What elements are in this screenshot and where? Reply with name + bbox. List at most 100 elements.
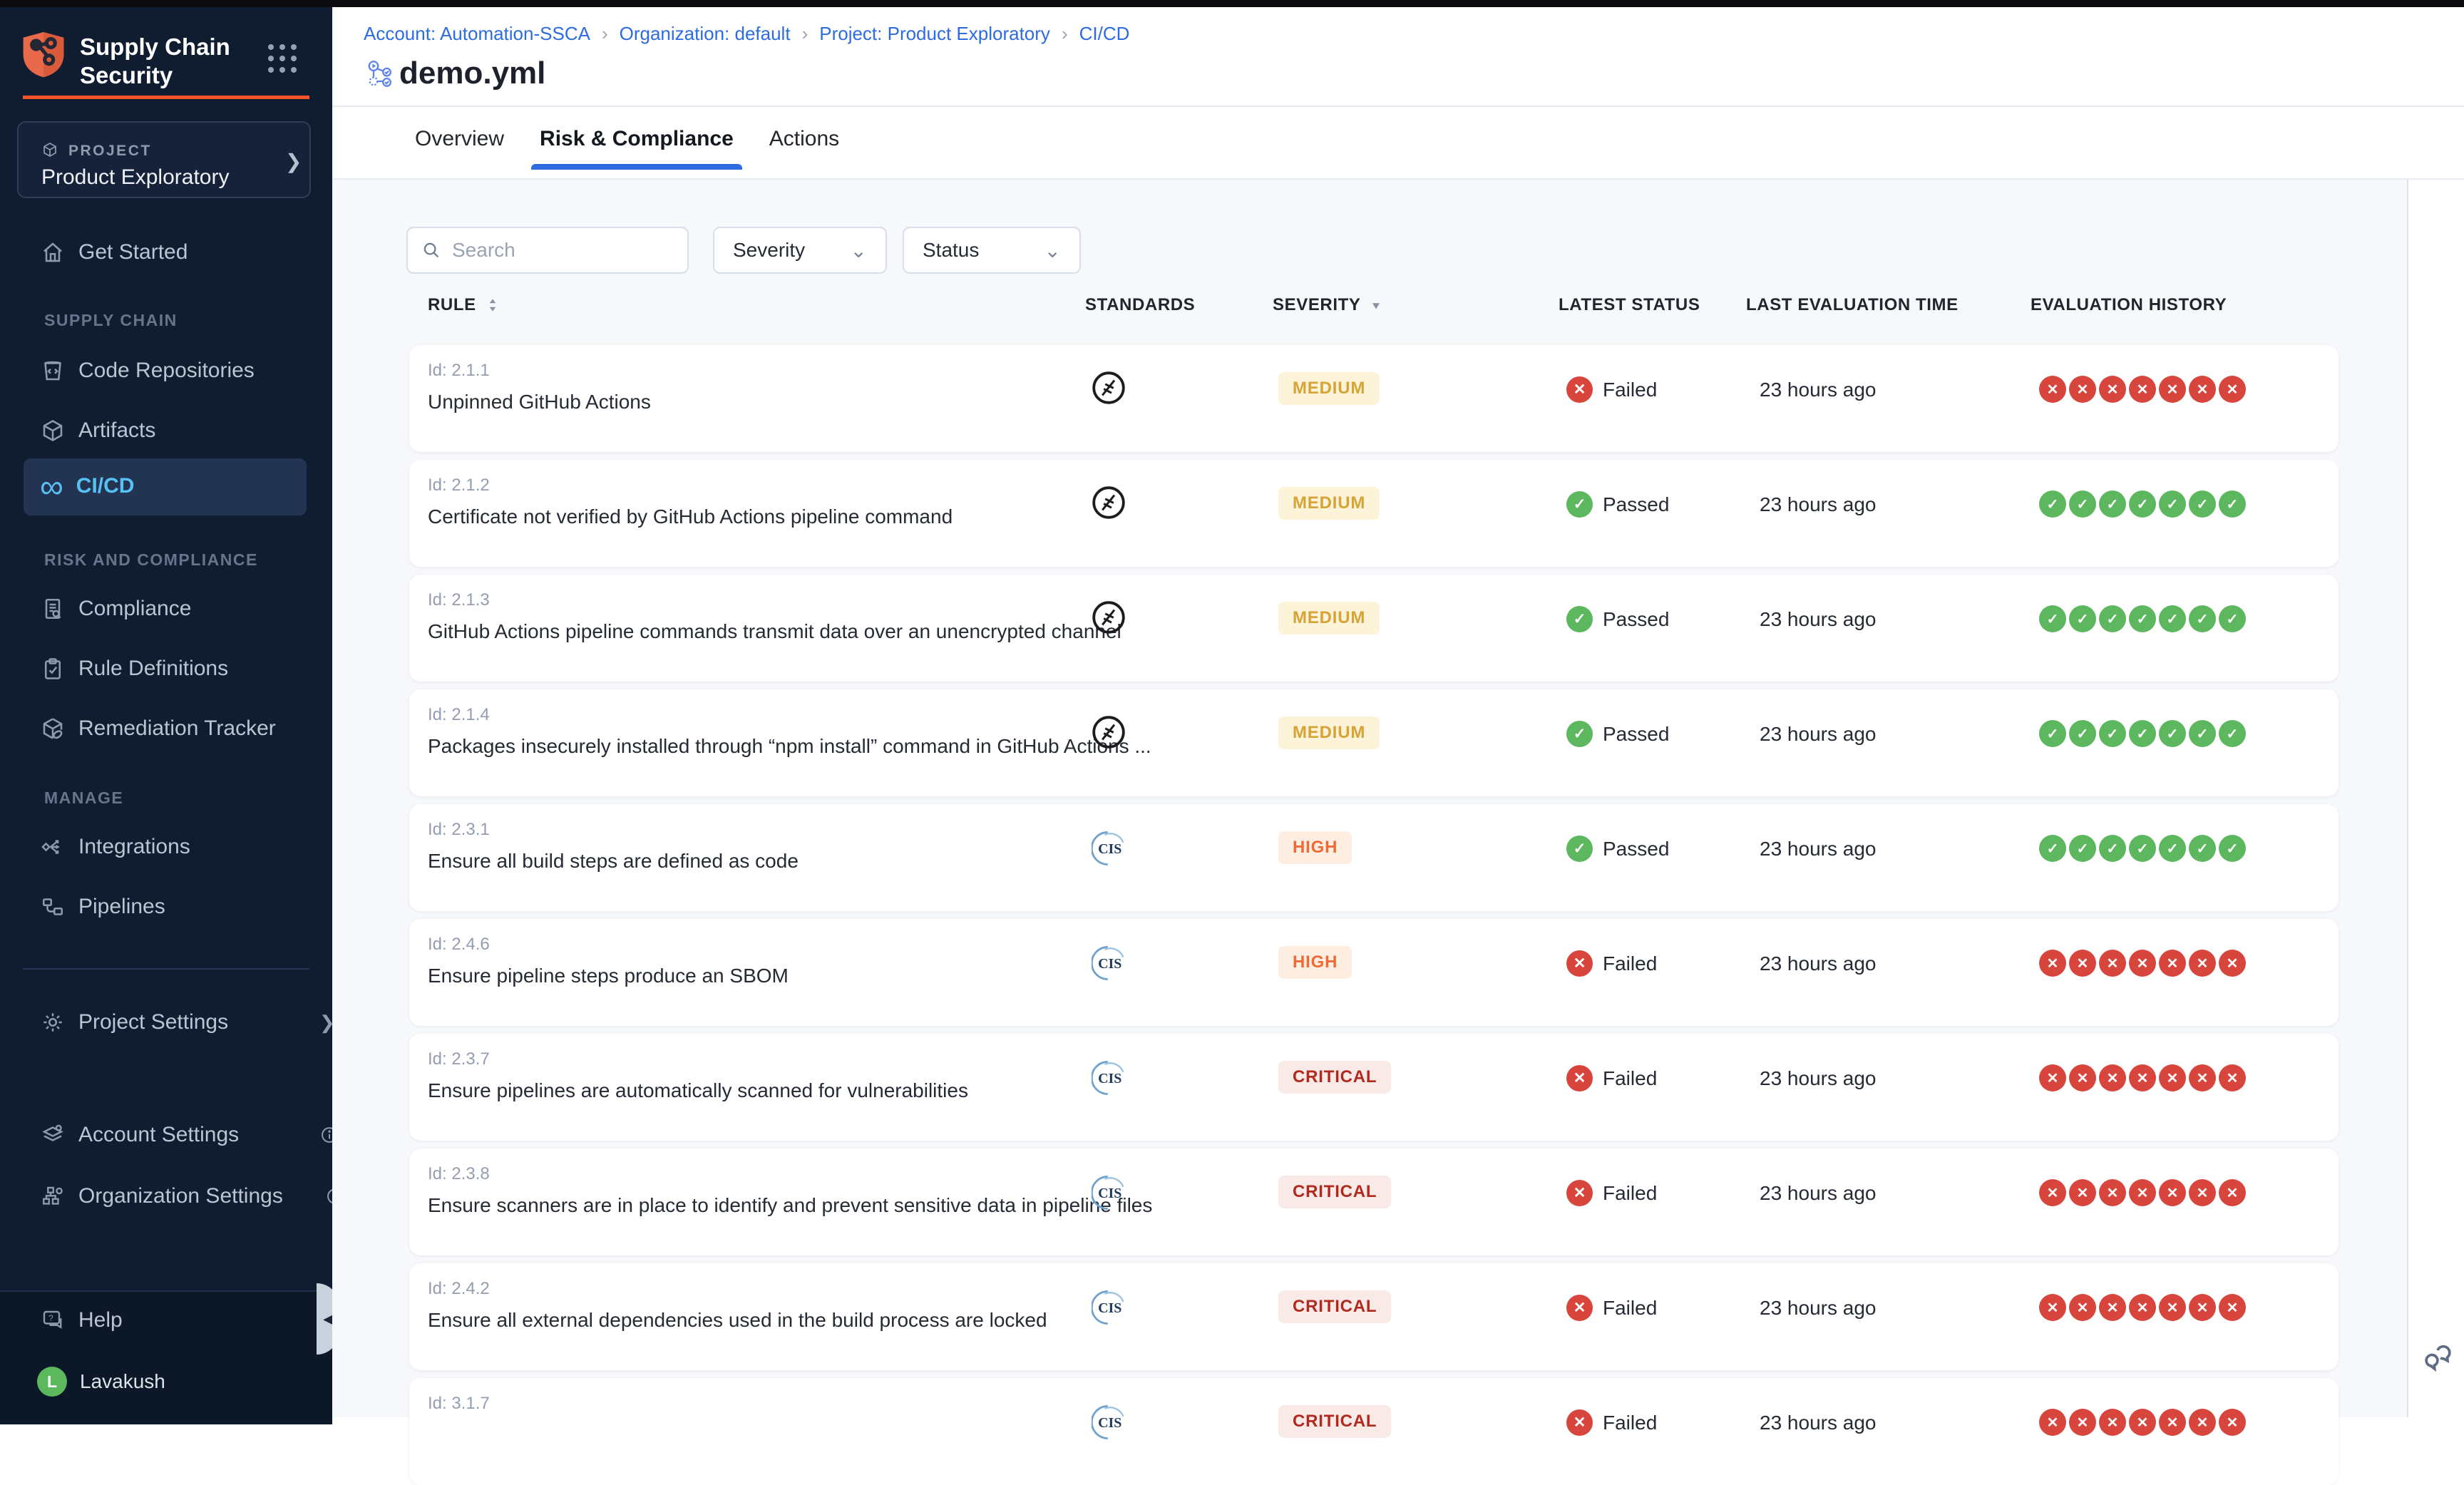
sidebar-item-help[interactable]: ? Help	[40, 1305, 123, 1336]
history-pass-icon[interactable]: ✓	[2069, 605, 2096, 632]
history-fail-icon[interactable]: ✕	[2189, 950, 2216, 977]
history-pass-icon[interactable]: ✓	[2159, 490, 2186, 518]
table-row[interactable]: Id: 2.1.2Certificate not verified by Git…	[409, 460, 2339, 567]
history-pass-icon[interactable]: ✓	[2219, 490, 2246, 518]
history-fail-icon[interactable]: ✕	[2099, 1064, 2126, 1091]
history-fail-icon[interactable]: ✕	[2099, 376, 2126, 403]
history-fail-icon[interactable]: ✕	[2039, 376, 2066, 403]
table-row[interactable]: Id: 2.3.7Ensure pipelines are automatica…	[409, 1034, 2339, 1141]
history-fail-icon[interactable]: ✕	[2099, 1179, 2126, 1206]
project-selector[interactable]: PROJECT Product Exploratory ❯	[17, 121, 311, 198]
history-fail-icon[interactable]: ✕	[2159, 376, 2186, 403]
table-row[interactable]: Id: 2.1.3GitHub Actions pipeline command…	[409, 575, 2339, 682]
history-pass-icon[interactable]: ✓	[2189, 490, 2216, 518]
breadcrumb-project[interactable]: Project: Product Exploratory	[819, 23, 1050, 45]
history-fail-icon[interactable]: ✕	[2189, 1179, 2216, 1206]
sidebar-item-remediation-tracker[interactable]: Remediation Tracker	[40, 713, 276, 744]
tab-overview[interactable]: Overview	[415, 127, 504, 170]
sidebar-item-get-started[interactable]: Get Started	[40, 237, 188, 268]
history-fail-icon[interactable]: ✕	[2129, 1294, 2156, 1321]
history-fail-icon[interactable]: ✕	[2099, 1409, 2126, 1436]
table-row[interactable]: Id: 2.3.1Ensure all build steps are defi…	[409, 804, 2339, 911]
table-row[interactable]: Id: 2.3.8Ensure scanners are in place to…	[409, 1149, 2339, 1255]
history-fail-icon[interactable]: ✕	[2129, 950, 2156, 977]
sidebar-item-pipelines[interactable]: Pipelines	[40, 891, 165, 923]
history-pass-icon[interactable]: ✓	[2039, 490, 2066, 518]
history-fail-icon[interactable]: ✕	[2039, 950, 2066, 977]
history-fail-icon[interactable]: ✕	[2069, 1409, 2096, 1436]
history-fail-icon[interactable]: ✕	[2219, 376, 2246, 403]
history-pass-icon[interactable]: ✓	[2189, 605, 2216, 632]
history-fail-icon[interactable]: ✕	[2039, 1294, 2066, 1321]
breadcrumb-organization[interactable]: Organization: default	[620, 23, 791, 45]
table-row[interactable]: Id: 2.4.2Ensure all external dependencie…	[409, 1263, 2339, 1370]
sidebar-item-artifacts[interactable]: Artifacts	[40, 415, 155, 446]
history-fail-icon[interactable]: ✕	[2039, 1064, 2066, 1091]
history-fail-icon[interactable]: ✕	[2129, 1179, 2156, 1206]
history-fail-icon[interactable]: ✕	[2129, 1064, 2156, 1091]
history-pass-icon[interactable]: ✓	[2039, 605, 2066, 632]
history-fail-icon[interactable]: ✕	[2039, 1179, 2066, 1206]
history-pass-icon[interactable]: ✓	[2159, 605, 2186, 632]
tab-actions[interactable]: Actions	[769, 127, 839, 170]
history-fail-icon[interactable]: ✕	[2189, 376, 2216, 403]
sidebar-item-rule-definitions[interactable]: Rule Definitions	[40, 653, 228, 684]
table-row[interactable]: Id: 3.1.7 CISCRITICAL✕Failed23 hours ago…	[409, 1378, 2339, 1485]
history-fail-icon[interactable]: ✕	[2159, 1294, 2186, 1321]
history-pass-icon[interactable]: ✓	[2099, 490, 2126, 518]
history-pass-icon[interactable]: ✓	[2129, 490, 2156, 518]
tab-risk-and-compliance[interactable]: Risk & Compliance	[540, 127, 734, 170]
history-fail-icon[interactable]: ✕	[2129, 376, 2156, 403]
history-pass-icon[interactable]: ✓	[2039, 720, 2066, 747]
history-fail-icon[interactable]: ✕	[2069, 1179, 2096, 1206]
history-fail-icon[interactable]: ✕	[2159, 1064, 2186, 1091]
history-pass-icon[interactable]: ✓	[2099, 835, 2126, 862]
history-fail-icon[interactable]: ✕	[2219, 1409, 2246, 1436]
table-row[interactable]: Id: 2.1.1Unpinned GitHub Actions MEDIUM✕…	[409, 345, 2339, 452]
history-fail-icon[interactable]: ✕	[2189, 1064, 2216, 1091]
history-pass-icon[interactable]: ✓	[2159, 720, 2186, 747]
severity-filter-dropdown[interactable]: Severity ⌄	[713, 227, 887, 274]
history-pass-icon[interactable]: ✓	[2069, 490, 2096, 518]
history-pass-icon[interactable]: ✓	[2129, 835, 2156, 862]
sort-icon[interactable]	[483, 296, 502, 314]
history-pass-icon[interactable]: ✓	[2219, 720, 2246, 747]
history-fail-icon[interactable]: ✕	[2129, 1409, 2156, 1436]
history-fail-icon[interactable]: ✕	[2159, 1409, 2186, 1436]
history-fail-icon[interactable]: ✕	[2069, 376, 2096, 403]
table-row[interactable]: Id: 2.1.4Packages insecurely installed t…	[409, 689, 2339, 796]
sort-desc-icon[interactable]	[1368, 297, 1384, 313]
history-pass-icon[interactable]: ✓	[2069, 720, 2096, 747]
history-pass-icon[interactable]: ✓	[2189, 720, 2216, 747]
support-chat-icon[interactable]	[2418, 1340, 2455, 1377]
history-pass-icon[interactable]: ✓	[2129, 605, 2156, 632]
breadcrumb-account[interactable]: Account: Automation-SSCA	[364, 23, 590, 45]
user-menu[interactable]: L Lavakush	[37, 1366, 165, 1397]
history-pass-icon[interactable]: ✓	[2219, 605, 2246, 632]
history-fail-icon[interactable]: ✕	[2099, 950, 2126, 977]
sidebar-item-compliance[interactable]: Compliance	[40, 593, 191, 625]
history-pass-icon[interactable]: ✓	[2219, 835, 2246, 862]
history-pass-icon[interactable]: ✓	[2099, 720, 2126, 747]
history-fail-icon[interactable]: ✕	[2219, 1179, 2246, 1206]
history-fail-icon[interactable]: ✕	[2069, 950, 2096, 977]
history-fail-icon[interactable]: ✕	[2039, 1409, 2066, 1436]
history-fail-icon[interactable]: ✕	[2069, 1294, 2096, 1321]
history-fail-icon[interactable]: ✕	[2159, 1179, 2186, 1206]
history-pass-icon[interactable]: ✓	[2159, 835, 2186, 862]
status-filter-dropdown[interactable]: Status ⌄	[903, 227, 1081, 274]
history-fail-icon[interactable]: ✕	[2159, 950, 2186, 977]
history-fail-icon[interactable]: ✕	[2219, 1294, 2246, 1321]
sidebar-item-organization-settings[interactable]: Organization Settings	[40, 1181, 311, 1212]
breadcrumb-cicd[interactable]: CI/CD	[1079, 23, 1130, 45]
table-row[interactable]: Id: 2.4.6Ensure pipeline steps produce a…	[409, 919, 2339, 1026]
sidebar-item-project-settings[interactable]: Project Settings ❯	[40, 1007, 311, 1038]
sidebar-item-cicd[interactable]: ∞ CI/CD	[40, 471, 134, 502]
history-fail-icon[interactable]: ✕	[2189, 1294, 2216, 1321]
history-fail-icon[interactable]: ✕	[2219, 1064, 2246, 1091]
history-fail-icon[interactable]: ✕	[2099, 1294, 2126, 1321]
history-fail-icon[interactable]: ✕	[2189, 1409, 2216, 1436]
search-input[interactable]	[452, 239, 666, 262]
history-pass-icon[interactable]: ✓	[2039, 835, 2066, 862]
sidebar-item-integrations[interactable]: Integrations	[40, 831, 190, 863]
